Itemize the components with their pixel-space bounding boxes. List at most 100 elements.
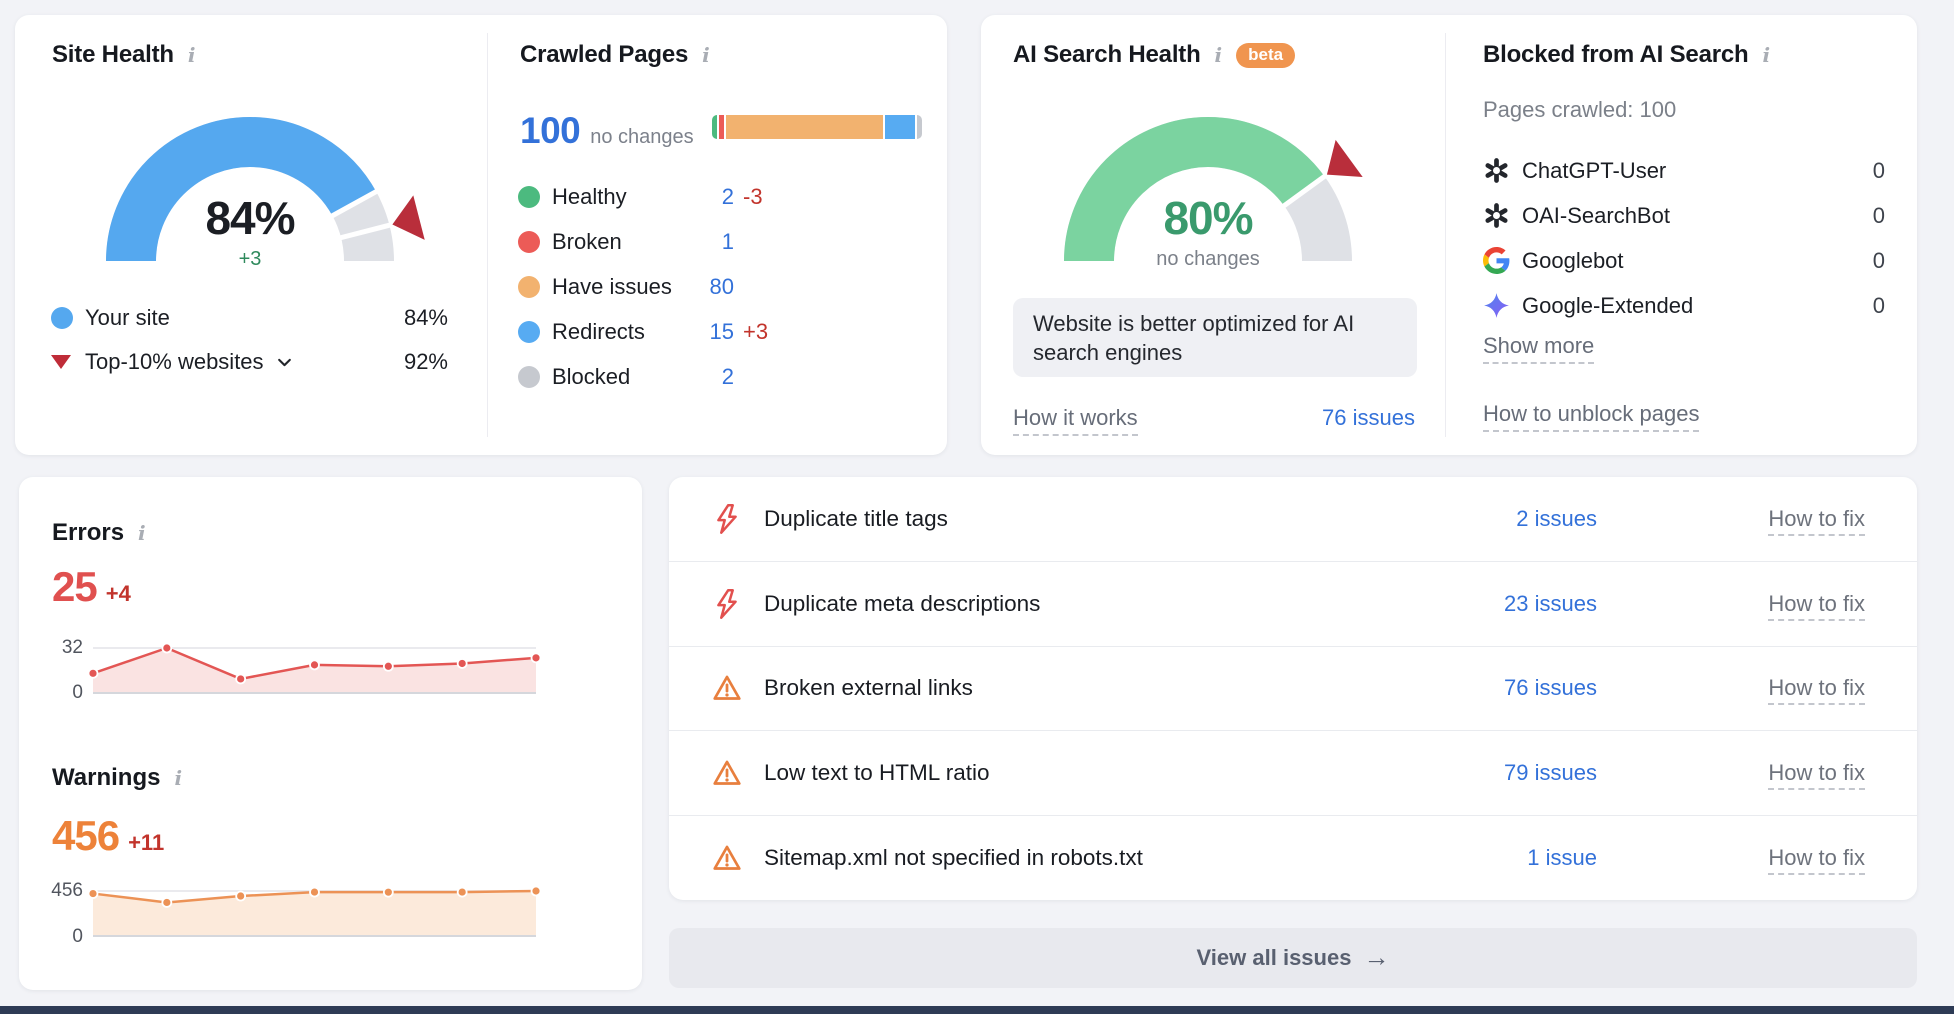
legend-label: Have issues xyxy=(552,274,686,300)
warning-triangle-icon xyxy=(712,672,742,704)
issue-label: Duplicate title tags xyxy=(764,506,1417,532)
data-point xyxy=(89,669,98,678)
site-health-gauge-chart xyxy=(70,91,430,291)
data-point xyxy=(236,674,245,683)
red-triangle-down xyxy=(51,355,85,369)
info-icon[interactable]: i xyxy=(700,43,712,67)
how-to-fix-cell: How to fix xyxy=(1597,760,1865,786)
site-health-title: Site Health xyxy=(52,41,174,69)
site-health-gauge: 84% +3 xyxy=(70,91,430,291)
ai-search-health-header: AI Search Health i beta xyxy=(1013,41,1295,69)
how-to-fix-link[interactable]: How to fix xyxy=(1768,591,1865,621)
crawled-pages-total: 100 no changes xyxy=(520,110,694,152)
info-icon[interactable]: i xyxy=(1760,43,1772,67)
legend-value[interactable]: 80 xyxy=(686,274,734,300)
issue-row: Low text to HTML ratio79 issuesHow to fi… xyxy=(669,731,1917,816)
legend-row-broken: Broken1 xyxy=(518,219,780,264)
bot-row-google-extended: Google-Extended0 xyxy=(1483,283,1885,328)
issue-row: Duplicate meta descriptions23 issuesHow … xyxy=(669,562,1917,647)
legend-dot-icon xyxy=(518,276,540,298)
crawled-pages-stacked-bar[interactable] xyxy=(712,115,922,139)
issue-count-link[interactable]: 76 issues xyxy=(1417,675,1597,701)
issue-count-link[interactable]: 79 issues xyxy=(1417,760,1597,786)
issue-count-link[interactable]: 23 issues xyxy=(1417,591,1597,617)
bot-name: ChatGPT-User xyxy=(1522,158,1873,184)
how-to-unblock-link[interactable]: How to unblock pages xyxy=(1483,401,1699,432)
issue-label: Low text to HTML ratio xyxy=(764,760,1417,786)
how-to-fix-cell: How to fix xyxy=(1597,591,1865,617)
gauge-benchmark-marker xyxy=(1327,140,1363,177)
crawled-pages-legend: Healthy2-3Broken1Have issues80Redirects1… xyxy=(518,174,780,399)
blocked-ai-title: Blocked from AI Search xyxy=(1483,41,1748,69)
blocked-ai-header: Blocked from AI Search i xyxy=(1483,41,1772,69)
blue-dot xyxy=(51,307,85,329)
bar-segment-healthy[interactable] xyxy=(712,115,717,139)
warnings-delta: +11 xyxy=(128,830,164,856)
ai-search-health-title: AI Search Health xyxy=(1013,41,1201,69)
how-to-fix-cell: How to fix xyxy=(1597,506,1865,532)
warnings-title: Warnings xyxy=(52,764,160,792)
card-divider xyxy=(487,33,488,437)
bot-blocked-count: 0 xyxy=(1873,203,1885,229)
issue-count-link[interactable]: 2 issues xyxy=(1417,506,1597,532)
bot-row-googlebot: Googlebot0 xyxy=(1483,238,1885,283)
legend-label: Broken xyxy=(552,229,686,255)
legend-value[interactable]: 15 xyxy=(686,319,734,345)
ai-health-note: no changes xyxy=(1028,248,1388,271)
show-more-link[interactable]: Show more xyxy=(1483,333,1594,364)
bot-name: OAI-SearchBot xyxy=(1522,203,1873,229)
how-to-fix-link[interactable]: How to fix xyxy=(1768,675,1865,705)
ai-health-gauge-chart xyxy=(1028,91,1388,291)
data-point xyxy=(458,888,467,897)
data-point xyxy=(162,898,171,907)
view-all-label: View all issues xyxy=(1197,945,1352,971)
legend-label: Your site xyxy=(85,305,170,331)
data-point xyxy=(236,892,245,901)
errors-delta: +4 xyxy=(106,581,131,607)
how-to-fix-link[interactable]: How to fix xyxy=(1768,845,1865,875)
blue-dot-icon xyxy=(51,307,73,329)
ai-issues-link[interactable]: 76 issues xyxy=(1322,405,1415,431)
legend-dot-icon xyxy=(518,231,540,253)
bar-segment-have-issues[interactable] xyxy=(726,115,883,139)
bar-segment-redirects[interactable] xyxy=(885,115,915,139)
red-triangle-down-icon xyxy=(51,355,71,369)
info-icon[interactable]: i xyxy=(172,766,184,790)
chevron-down-icon[interactable] xyxy=(276,354,293,371)
how-to-fix-link[interactable]: How to fix xyxy=(1768,506,1865,536)
site-health-score: 84% xyxy=(70,191,430,245)
bar-segment-broken[interactable] xyxy=(719,115,724,139)
issue-label: Sitemap.xml not specified in robots.txt xyxy=(764,845,1417,871)
errors-value: 25 xyxy=(52,563,97,611)
data-point xyxy=(532,887,541,896)
data-point xyxy=(310,660,319,669)
legend-label: Blocked xyxy=(552,364,686,390)
info-icon[interactable]: i xyxy=(186,43,198,67)
bot-blocked-count: 0 xyxy=(1873,158,1885,184)
issue-label: Duplicate meta descriptions xyxy=(764,591,1417,617)
blocked-bots-list: ChatGPT-User0OAI-SearchBot0Googlebot0Goo… xyxy=(1483,148,1885,328)
google-logo-icon xyxy=(1483,247,1510,274)
warning-triangle-icon xyxy=(712,842,742,874)
bot-name: Googlebot xyxy=(1522,248,1873,274)
legend-value[interactable]: 2 xyxy=(686,364,734,390)
info-icon[interactable]: i xyxy=(1213,43,1225,67)
crawled-total-note: no changes xyxy=(590,126,693,149)
legend-value[interactable]: 2 xyxy=(686,184,734,210)
issue-count-link[interactable]: 1 issue xyxy=(1417,845,1597,871)
ai-search-card: AI Search Health i beta 80% no changes W… xyxy=(981,15,1917,455)
how-to-fix-link[interactable]: How to fix xyxy=(1768,760,1865,790)
bar-segment-blocked[interactable] xyxy=(917,115,922,139)
info-icon[interactable]: i xyxy=(136,521,148,545)
how-to-fix-cell: How to fix xyxy=(1597,675,1865,701)
data-point xyxy=(162,644,171,653)
bot-blocked-count: 0 xyxy=(1873,248,1885,274)
legend-value[interactable]: 1 xyxy=(686,229,734,255)
data-point xyxy=(384,888,393,897)
how-it-works-link[interactable]: How it works xyxy=(1013,405,1138,436)
errors-count: 25 +4 xyxy=(52,563,131,611)
legend-value: 84% xyxy=(404,305,448,331)
view-all-issues-button[interactable]: View all issues → xyxy=(669,928,1917,988)
openai-logo-icon xyxy=(1483,202,1510,229)
data-point xyxy=(458,659,467,668)
